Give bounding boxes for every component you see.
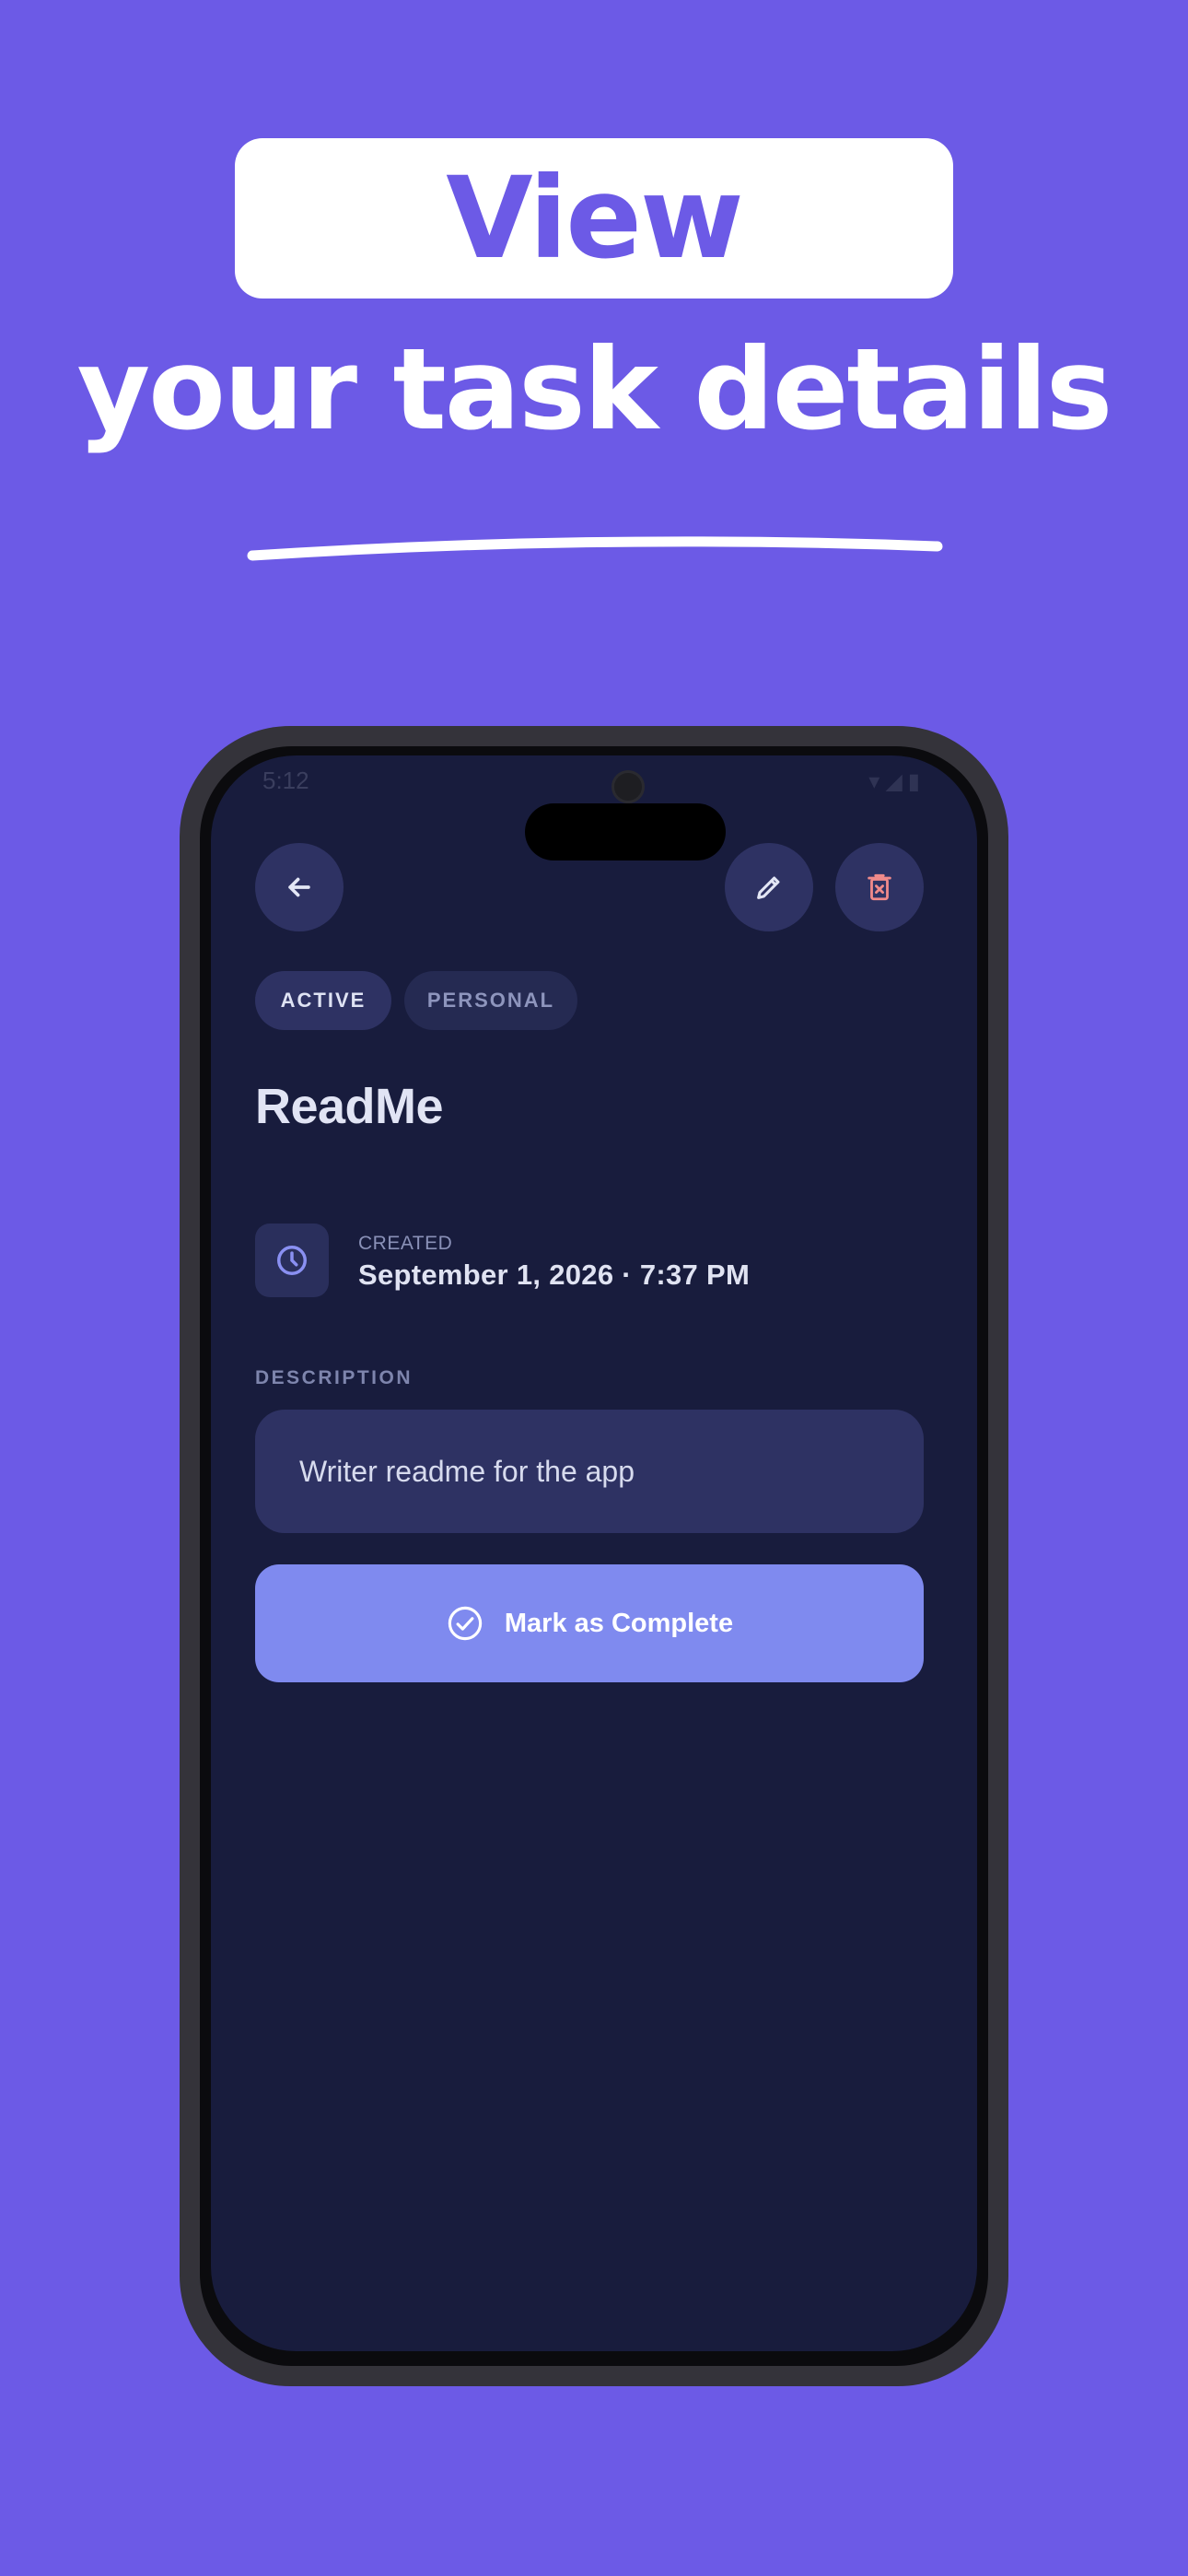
hero-title-highlight-pill: View <box>235 138 953 299</box>
status-icons: ▾◢▮ <box>868 769 926 794</box>
back-button[interactable] <box>255 843 344 931</box>
delete-button[interactable] <box>835 843 924 931</box>
mark-complete-label: Mark as Complete <box>504 1608 734 1638</box>
check-circle-icon <box>448 1606 483 1641</box>
phone-bezel: 5:12 ▾◢▮ ACTIVE PERSONAL ReadMe CREATED … <box>200 746 988 2366</box>
edit-button[interactable] <box>725 843 813 931</box>
created-value: September 1, 2026 · 7:37 PM <box>358 1259 751 1291</box>
description-box: Writer readme for the app <box>255 1410 924 1533</box>
hero-title: your task details <box>76 324 1113 455</box>
task-detail-screen: 5:12 ▾◢▮ ACTIVE PERSONAL ReadMe CREATED … <box>211 755 977 2351</box>
mark-complete-button[interactable]: Mark as Complete <box>255 1564 924 1682</box>
clock-icon <box>277 1246 307 1275</box>
status-time: 5:12 <box>262 767 309 794</box>
clock-icon-tile <box>255 1224 329 1297</box>
camera-icon <box>611 770 645 803</box>
arrow-left-icon <box>288 877 310 897</box>
status-chip[interactable]: ACTIVE <box>255 971 391 1030</box>
pencil-icon <box>757 876 780 899</box>
hero-title-highlight: View <box>446 153 744 284</box>
phone-frame: 5:12 ▾◢▮ ACTIVE PERSONAL ReadMe CREATED … <box>180 726 1008 2386</box>
description-label: DESCRIPTION <box>255 1367 413 1388</box>
task-title: ReadMe <box>255 1079 444 1134</box>
hero-underline <box>247 536 943 561</box>
category-chip[interactable]: PERSONAL <box>404 971 577 1030</box>
trash-icon <box>868 873 891 901</box>
created-label: CREATED <box>358 1233 453 1254</box>
dynamic-island <box>525 803 726 861</box>
description-text: Writer readme for the app <box>299 1454 635 1488</box>
